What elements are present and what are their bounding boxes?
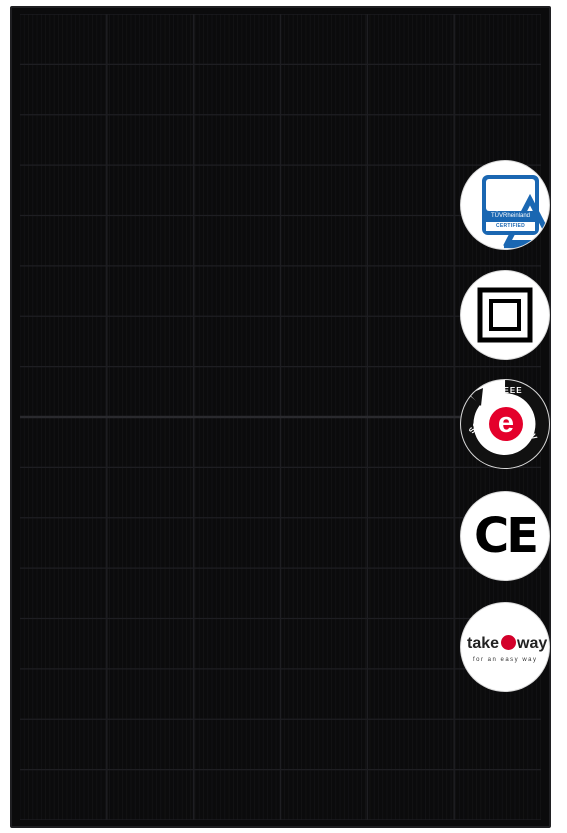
take-e-way-badge: take way for an easy way	[461, 603, 549, 691]
weee-e-logo: e	[489, 407, 523, 441]
take-e-way-logo: take way	[467, 635, 547, 653]
tuv-rheinland-certified-badge: TÜVRheinland CERTIFIED	[461, 161, 549, 249]
way-text: way	[517, 635, 548, 652]
ce-mark: CE	[473, 508, 539, 564]
weee-text: WEEE	[495, 386, 523, 395]
double-square-icon	[477, 287, 533, 343]
red-globe-icon	[501, 635, 517, 650]
tuv-certified-label: CERTIFIED	[486, 222, 535, 231]
ce-mark-badge: CE	[461, 492, 549, 580]
take-e-way-tagline: for an easy way	[473, 657, 538, 663]
tuv-logo: TÜVRheinland CERTIFIED	[482, 175, 549, 249]
take-text: take	[467, 635, 500, 652]
weee-solar-pv-badge: e WEEE SOLAR PV	[461, 380, 549, 468]
class-ii-insulation-badge	[461, 271, 549, 359]
tuv-brand-text: TÜVRheinland	[490, 213, 531, 219]
